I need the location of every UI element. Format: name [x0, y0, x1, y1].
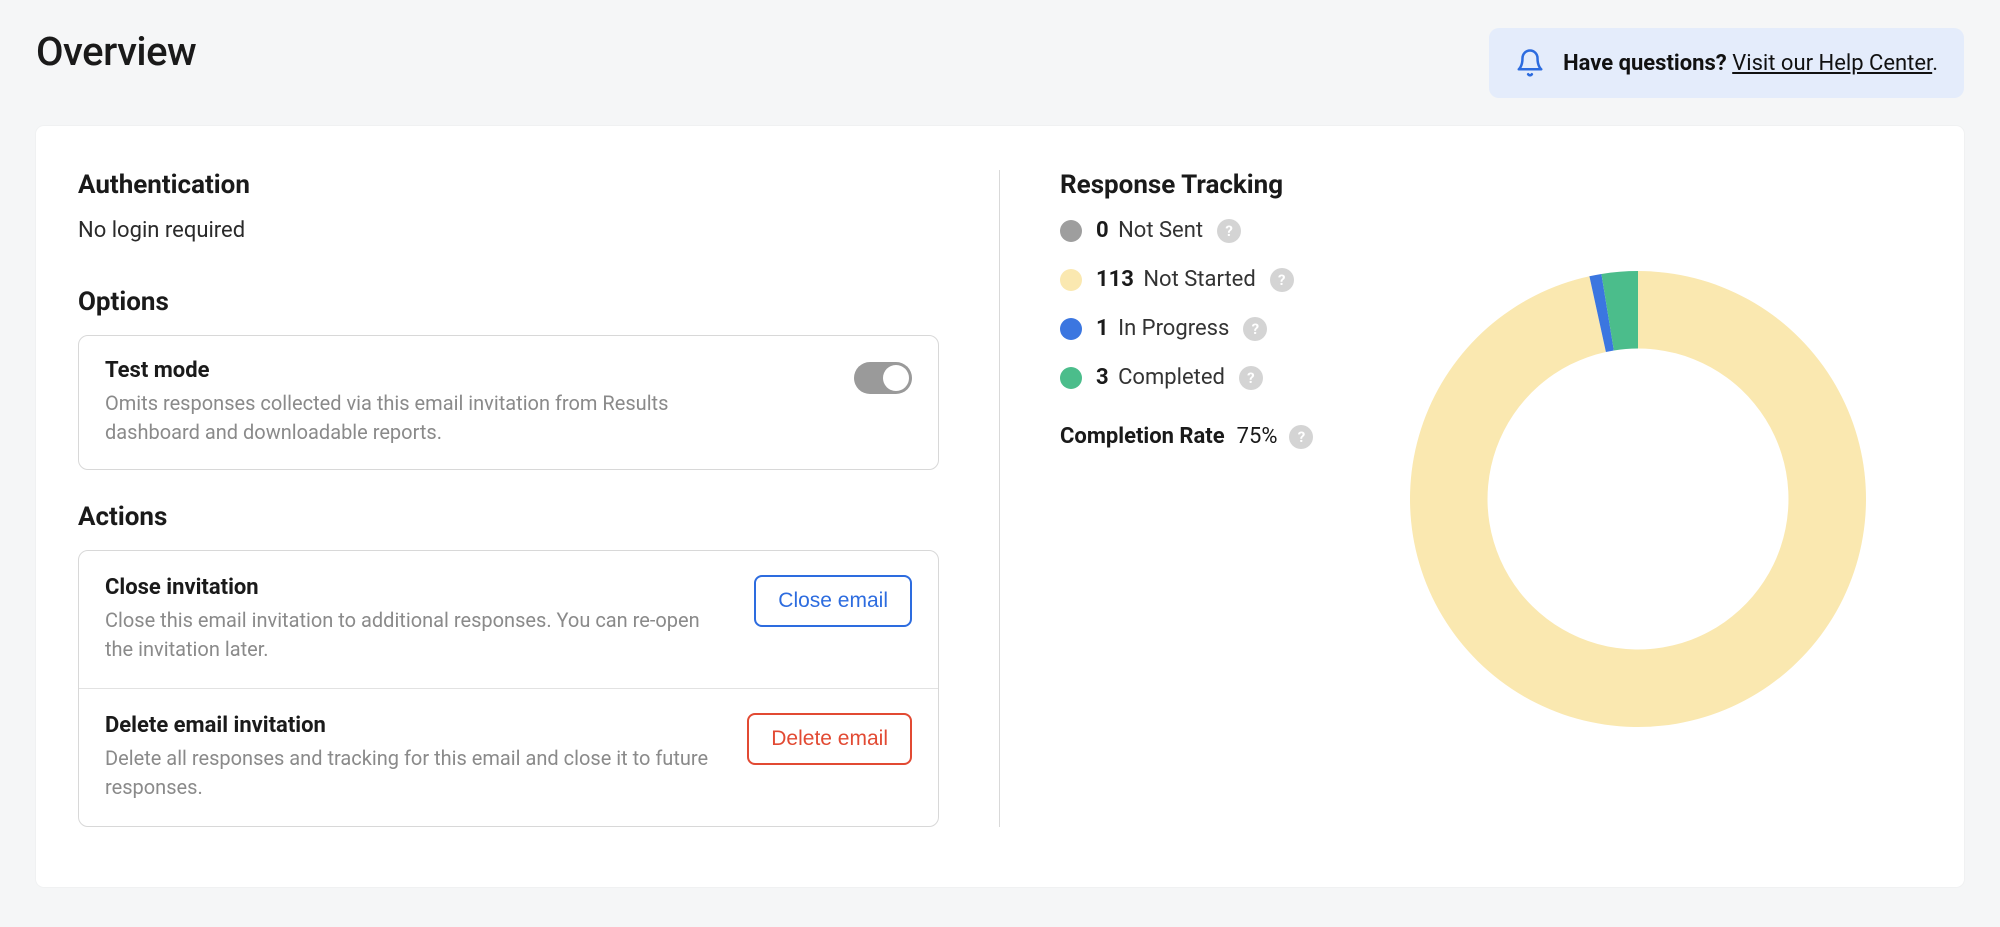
status-dot	[1060, 367, 1082, 389]
delete-invitation-label: Delete email invitation	[105, 713, 723, 738]
completion-rate-row: Completion Rate 75% ?	[1060, 424, 1313, 449]
test-mode-toggle[interactable]	[854, 362, 912, 394]
tracking-item: 1 In Progress?	[1060, 316, 1313, 341]
help-icon[interactable]: ?	[1217, 219, 1241, 243]
actions-title: Actions	[78, 502, 939, 532]
tracking-count: 3	[1096, 365, 1109, 390]
close-invitation-description: Close this email invitation to additiona…	[105, 606, 730, 664]
tracking-label: Not Started	[1143, 267, 1255, 292]
help-icon[interactable]: ?	[1289, 425, 1313, 449]
help-icon[interactable]: ?	[1239, 366, 1263, 390]
close-invitation-row: Close invitation Close this email invita…	[79, 551, 938, 688]
tracking-item: 3 Completed?	[1060, 365, 1313, 390]
donut-chart	[1398, 259, 1878, 739]
tracking-label: Not Sent	[1118, 218, 1203, 243]
authentication-status: No login required	[78, 218, 939, 243]
tracking-item: 113 Not Started?	[1060, 267, 1313, 292]
status-dot	[1060, 220, 1082, 242]
close-invitation-label: Close invitation	[105, 575, 730, 600]
page-title: Overview	[36, 28, 196, 75]
help-trailing: .	[1932, 51, 1938, 76]
donut-chart-container	[1353, 170, 1922, 827]
help-prompt: Have questions?	[1563, 51, 1727, 76]
tracking-count: 1	[1096, 316, 1109, 341]
bell-icon	[1515, 48, 1545, 78]
test-mode-label: Test mode	[105, 358, 745, 383]
overview-card: Authentication No login required Options…	[36, 126, 1964, 887]
response-tracking-title: Response Tracking	[1060, 170, 1313, 200]
help-icon[interactable]: ?	[1243, 317, 1267, 341]
toggle-knob	[883, 365, 909, 391]
right-column: Response Tracking 0 Not Sent?113 Not Sta…	[1000, 170, 1922, 827]
left-column: Authentication No login required Options…	[78, 170, 1000, 827]
delete-invitation-row: Delete email invitation Delete all respo…	[79, 688, 938, 826]
tracking-count: 0	[1096, 218, 1109, 243]
status-dot	[1060, 269, 1082, 291]
delete-email-button[interactable]: Delete email	[747, 713, 912, 765]
status-dot	[1060, 318, 1082, 340]
help-icon[interactable]: ?	[1270, 268, 1294, 292]
tracking-count: 113	[1096, 267, 1134, 292]
completion-rate-label: Completion Rate	[1060, 424, 1225, 449]
test-mode-option: Test mode Omits responses collected via …	[78, 335, 939, 470]
tracking-label: Completed	[1118, 365, 1225, 390]
help-banner: Have questions? Visit our Help Center.	[1489, 28, 1964, 98]
test-mode-description: Omits responses collected via this email…	[105, 389, 745, 447]
help-text: Have questions? Visit our Help Center.	[1563, 51, 1938, 76]
close-email-button[interactable]: Close email	[754, 575, 912, 627]
delete-invitation-description: Delete all responses and tracking for th…	[105, 744, 723, 802]
help-center-link[interactable]: Visit our Help Center	[1732, 51, 1932, 76]
authentication-title: Authentication	[78, 170, 939, 200]
completion-rate-value: 75%	[1237, 424, 1278, 449]
tracking-item: 0 Not Sent?	[1060, 218, 1313, 243]
actions-list: Close invitation Close this email invita…	[78, 550, 939, 827]
options-title: Options	[78, 287, 939, 317]
tracking-info: Response Tracking 0 Not Sent?113 Not Sta…	[1060, 170, 1313, 827]
tracking-label: In Progress	[1118, 316, 1229, 341]
